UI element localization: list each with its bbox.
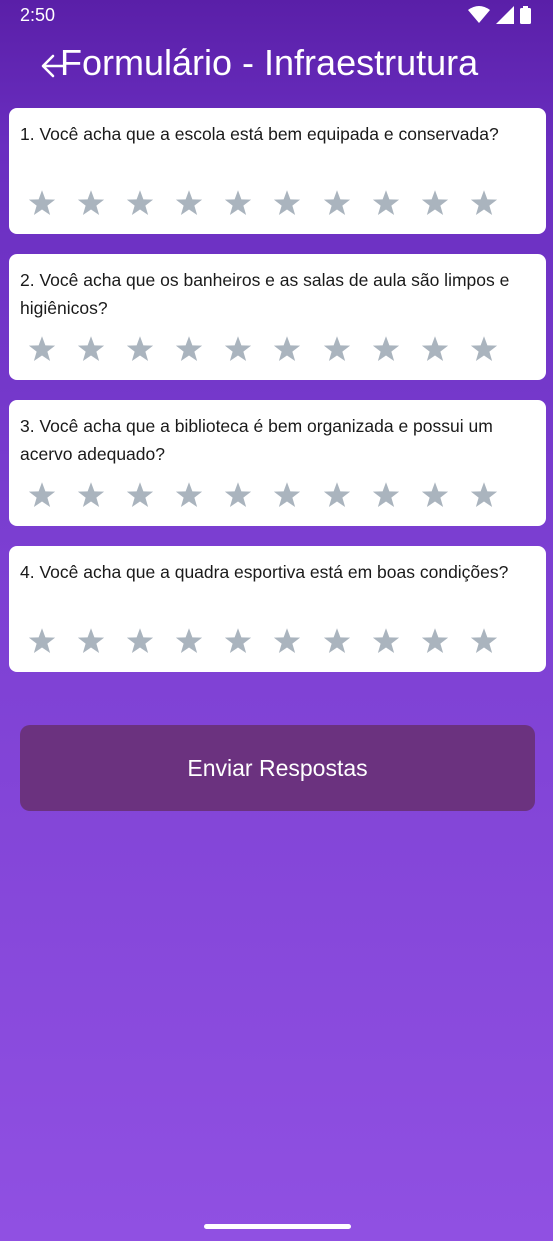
wifi-icon (468, 6, 490, 24)
star-rating (25, 332, 517, 365)
question-text: 1. Você acha que a escola está bem equip… (20, 124, 499, 144)
star-icon[interactable] (468, 186, 501, 219)
star-icon[interactable] (173, 478, 206, 511)
status-bar: 2:50 (0, 0, 553, 32)
star-rating (25, 478, 517, 511)
star-rating (25, 186, 517, 219)
status-time: 2:50 (20, 5, 56, 25)
star-icon[interactable] (369, 332, 402, 365)
star-icon[interactable] (123, 186, 156, 219)
app-bar: Formulário - Infraestrutura (0, 40, 553, 90)
submit-button[interactable]: Enviar Respostas (20, 725, 535, 811)
star-rating (25, 624, 517, 657)
star-icon[interactable] (25, 478, 58, 511)
star-icon[interactable] (419, 478, 452, 511)
star-icon[interactable] (222, 186, 255, 219)
star-icon[interactable] (25, 624, 58, 657)
star-icon[interactable] (468, 624, 501, 657)
question-text: 3. Você acha que a biblioteca é bem orga… (20, 416, 493, 464)
star-icon[interactable] (173, 186, 206, 219)
star-icon[interactable] (123, 624, 156, 657)
question-text: 4. Você acha que a quadra esportiva está… (20, 562, 509, 582)
question-card: 4. Você acha que a quadra esportiva está… (9, 546, 546, 672)
submit-button-label: Enviar Respostas (187, 754, 368, 781)
star-icon[interactable] (74, 186, 107, 219)
star-icon[interactable] (74, 478, 107, 511)
page-title: Formulário - Infraestrutura (60, 42, 479, 83)
star-icon[interactable] (222, 624, 255, 657)
star-icon[interactable] (123, 332, 156, 365)
star-icon[interactable] (74, 624, 107, 657)
battery-icon (520, 6, 531, 24)
star-icon[interactable] (320, 624, 353, 657)
star-icon[interactable] (74, 332, 107, 365)
question-card: 1. Você acha que a escola está bem equip… (9, 108, 546, 234)
star-icon[interactable] (271, 186, 304, 219)
star-icon[interactable] (369, 478, 402, 511)
star-icon[interactable] (468, 332, 501, 365)
star-icon[interactable] (222, 332, 255, 365)
star-icon[interactable] (320, 332, 353, 365)
star-icon[interactable] (369, 186, 402, 219)
question-card: 3. Você acha que a biblioteca é bem orga… (9, 400, 546, 526)
star-icon[interactable] (320, 478, 353, 511)
status-icons (468, 6, 531, 24)
question-card: 2. Você acha que os banheiros e as salas… (9, 254, 546, 380)
star-icon[interactable] (419, 624, 452, 657)
star-icon[interactable] (369, 624, 402, 657)
star-icon[interactable] (468, 478, 501, 511)
star-icon[interactable] (25, 332, 58, 365)
star-icon[interactable] (419, 186, 452, 219)
star-icon[interactable] (419, 332, 452, 365)
question-text: 2. Você acha que os banheiros e as salas… (20, 270, 510, 318)
star-icon[interactable] (271, 478, 304, 511)
star-icon[interactable] (271, 624, 304, 657)
star-icon[interactable] (173, 624, 206, 657)
star-icon[interactable] (222, 478, 255, 511)
star-icon[interactable] (173, 332, 206, 365)
star-icon[interactable] (123, 478, 156, 511)
signal-icon (496, 6, 514, 24)
star-icon[interactable] (271, 332, 304, 365)
home-indicator[interactable] (204, 1224, 351, 1229)
star-icon[interactable] (25, 186, 58, 219)
star-icon[interactable] (320, 186, 353, 219)
